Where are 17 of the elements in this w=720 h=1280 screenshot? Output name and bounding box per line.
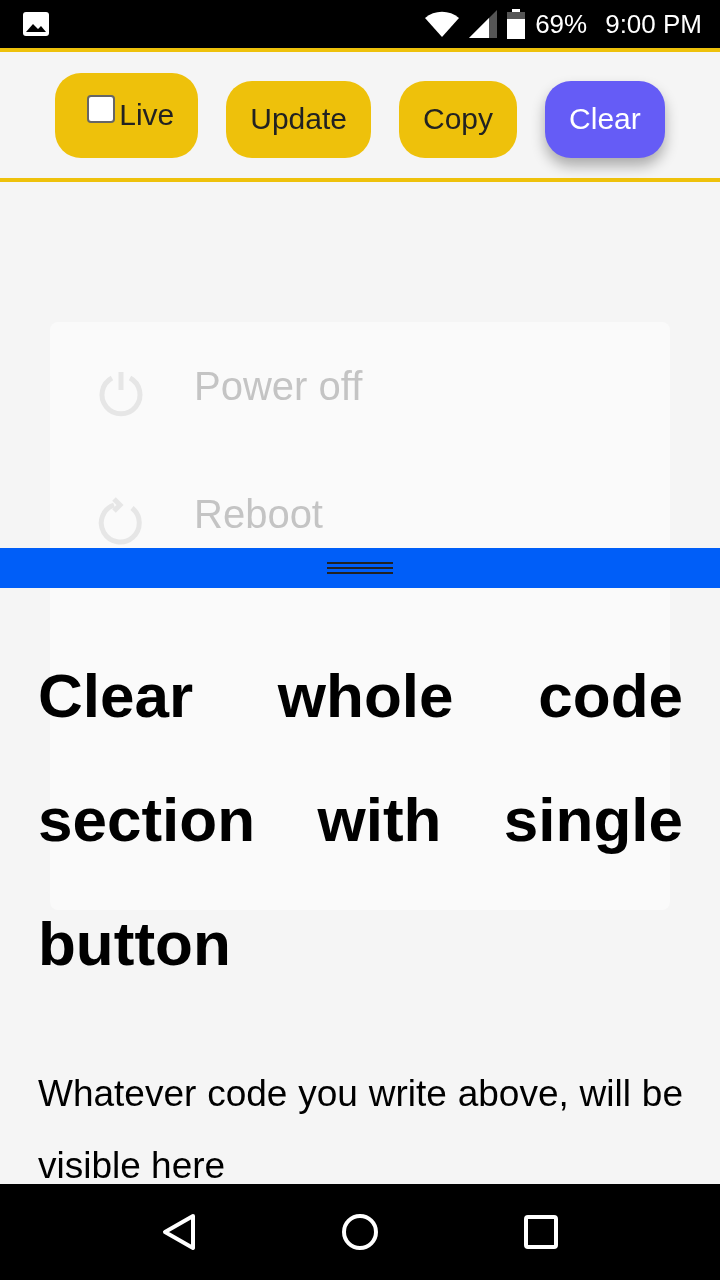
output-heading: Clear whole code section with single button [38,660,683,980]
home-icon[interactable] [341,1213,379,1251]
battery-icon [507,9,526,39]
clock-time: 9:00 PM [605,8,702,40]
live-toggle-button[interactable]: Live [55,72,199,158]
battery-percentage: 69% [535,8,588,40]
image-icon [22,11,50,37]
back-icon[interactable] [162,1213,197,1251]
checkbox[interactable] [87,95,116,123]
recents-icon[interactable] [523,1215,558,1249]
drag-handle-icon[interactable] [327,561,393,575]
output-paragraph: Whatever code you write above, will be visible here [38,1072,683,1184]
signal-icon [469,10,498,38]
toolbar-button[interactable]: Update [226,80,371,158]
toolbar-button[interactable]: Copy [399,80,518,158]
toolbar-button[interactable]: Clear [545,80,665,158]
wifi-icon [425,11,460,37]
